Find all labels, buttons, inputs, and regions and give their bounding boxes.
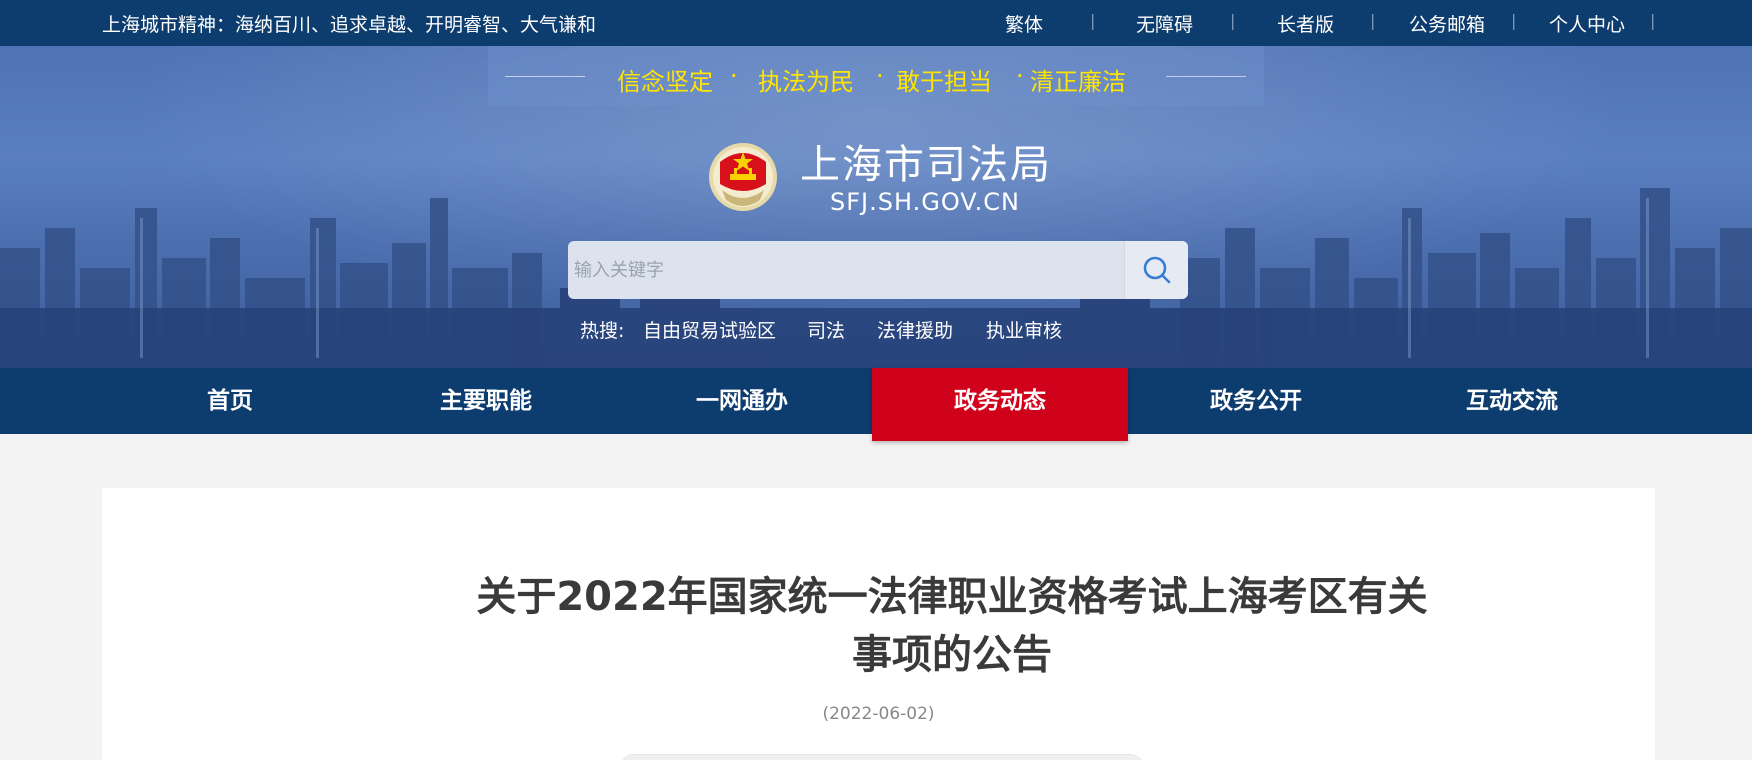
slogan-1: 信念坚定 [617, 68, 713, 96]
link-traditional-chinese[interactable]: 繁体 [1005, 10, 1043, 37]
site-domain: SFJ.SH.GOV.CN [830, 188, 1020, 216]
slogan-3: 敢于担当 [896, 68, 992, 96]
hot-search-item[interactable]: 自由贸易试验区 [643, 316, 776, 343]
search-icon [1143, 256, 1171, 284]
nav-item-one-stop-service[interactable]: 一网通办 [614, 368, 870, 434]
hot-search-label: 热搜: [580, 320, 625, 342]
nav-item-government-affairs-public[interactable]: 政务公开 [1128, 368, 1384, 434]
nav-item-government-news[interactable]: 政务动态 [872, 368, 1128, 441]
header-banner: 信念坚定 · 执法为民 · 敢于担当 · 清正廉洁 上海市司法局 SFJ.SH.… [0, 46, 1752, 368]
city-spirit-text: 上海城市精神：海纳百川、追求卓越、开明睿智、大气谦和 [102, 14, 597, 36]
main-navigation: 首页 主要职能 一网通办 政务动态 政务公开 互动交流 [0, 368, 1752, 441]
separator: | [1650, 11, 1656, 30]
separator: | [1230, 11, 1236, 30]
slogan-2: 执法为民 [758, 68, 854, 96]
slogan-divider-left [505, 76, 585, 77]
link-accessibility[interactable]: 无障碍 [1136, 10, 1193, 37]
link-elderly-version[interactable]: 长者版 [1277, 10, 1334, 37]
search-button[interactable] [1124, 241, 1188, 299]
hot-search-item[interactable]: 法律援助 [877, 316, 953, 343]
search-box [568, 241, 1188, 299]
article-date: (2022-06-02) [822, 704, 935, 724]
slogan-dot: · [730, 62, 738, 90]
article-title-line-1: 关于2022年国家统一法律职业资格考试上海考区有关 [476, 574, 1428, 620]
slogan-divider-right [1166, 76, 1246, 77]
nav-item-home[interactable]: 首页 [102, 368, 358, 434]
article-title: 关于2022年国家统一法律职业资格考试上海考区有关 事项的公告 [452, 568, 1452, 684]
slogan-dot: · [876, 62, 884, 90]
hot-search-item[interactable]: 执业审核 [986, 316, 1062, 343]
hot-search-item[interactable]: 司法 [807, 316, 845, 343]
link-official-mailbox[interactable]: 公务邮箱 [1409, 10, 1485, 37]
link-personal-center[interactable]: 个人中心 [1549, 10, 1625, 37]
nav-item-main-functions[interactable]: 主要职能 [358, 368, 614, 434]
search-input[interactable] [568, 241, 1124, 299]
article-toolbar [620, 754, 1144, 760]
separator: | [1370, 11, 1376, 30]
slogan-4: 清正廉洁 [1030, 68, 1126, 96]
article-card: 关于2022年国家统一法律职业资格考试上海考区有关 事项的公告 (2022-06… [102, 488, 1655, 760]
article-title-line-2: 事项的公告 [852, 632, 1052, 678]
separator: | [1511, 11, 1517, 30]
national-emblem-logo[interactable] [708, 140, 778, 214]
site-name: 上海市司法局 [800, 142, 1052, 188]
top-utility-bar: 上海城市精神：海纳百川、追求卓越、开明睿智、大气谦和 繁体 | 无障碍 | 长者… [0, 0, 1752, 46]
separator: | [1090, 11, 1096, 30]
slogan-dot: · [1016, 62, 1024, 90]
nav-item-interaction[interactable]: 互动交流 [1384, 368, 1640, 434]
